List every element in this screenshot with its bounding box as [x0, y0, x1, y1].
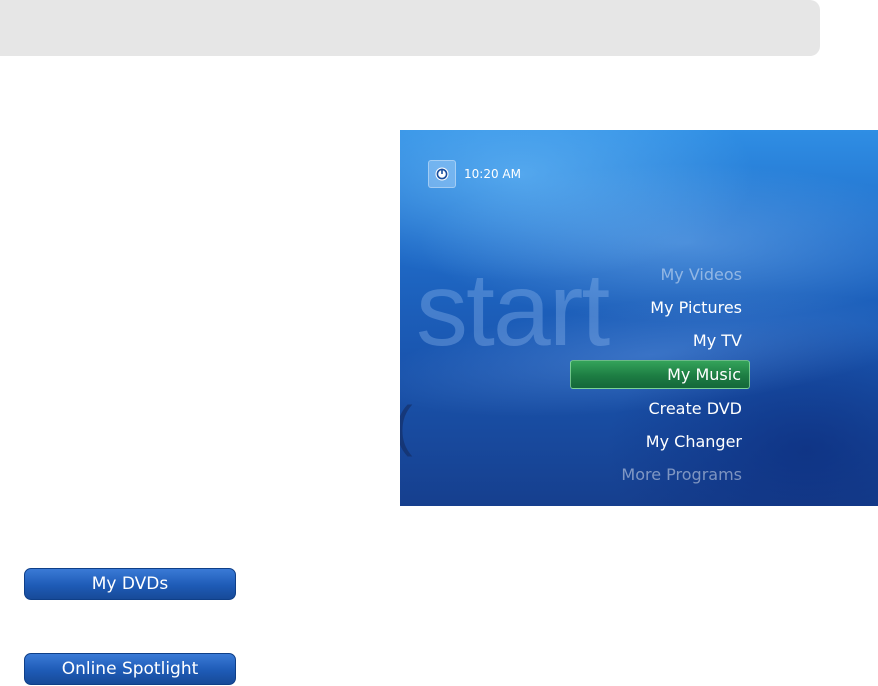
media-center-start-screen: start ( 10:20 AM My Videos My Pictures M…	[400, 130, 878, 506]
start-menu: My Videos My Pictures My TV My Music Cre…	[570, 258, 750, 491]
clock-area: 10:20 AM	[428, 160, 521, 188]
start-partial-glyph: (	[400, 398, 413, 454]
clock-time: 10:20 AM	[464, 167, 521, 181]
my-dvds-button[interactable]: My DVDs	[24, 568, 236, 600]
menu-item-my-tv[interactable]: My TV	[570, 324, 750, 357]
page: start ( 10:20 AM My Videos My Pictures M…	[0, 0, 878, 686]
menu-item-create-dvd[interactable]: Create DVD	[570, 392, 750, 425]
menu-item-my-music[interactable]: My Music	[570, 360, 750, 389]
power-icon[interactable]	[428, 160, 456, 188]
menu-item-my-videos[interactable]: My Videos	[570, 258, 750, 291]
menu-item-my-changer[interactable]: My Changer	[570, 425, 750, 458]
menu-item-my-pictures[interactable]: My Pictures	[570, 291, 750, 324]
online-spotlight-button[interactable]: Online Spotlight	[24, 653, 236, 685]
top-banner	[0, 0, 820, 56]
menu-item-more-programs[interactable]: More Programs	[570, 458, 750, 491]
